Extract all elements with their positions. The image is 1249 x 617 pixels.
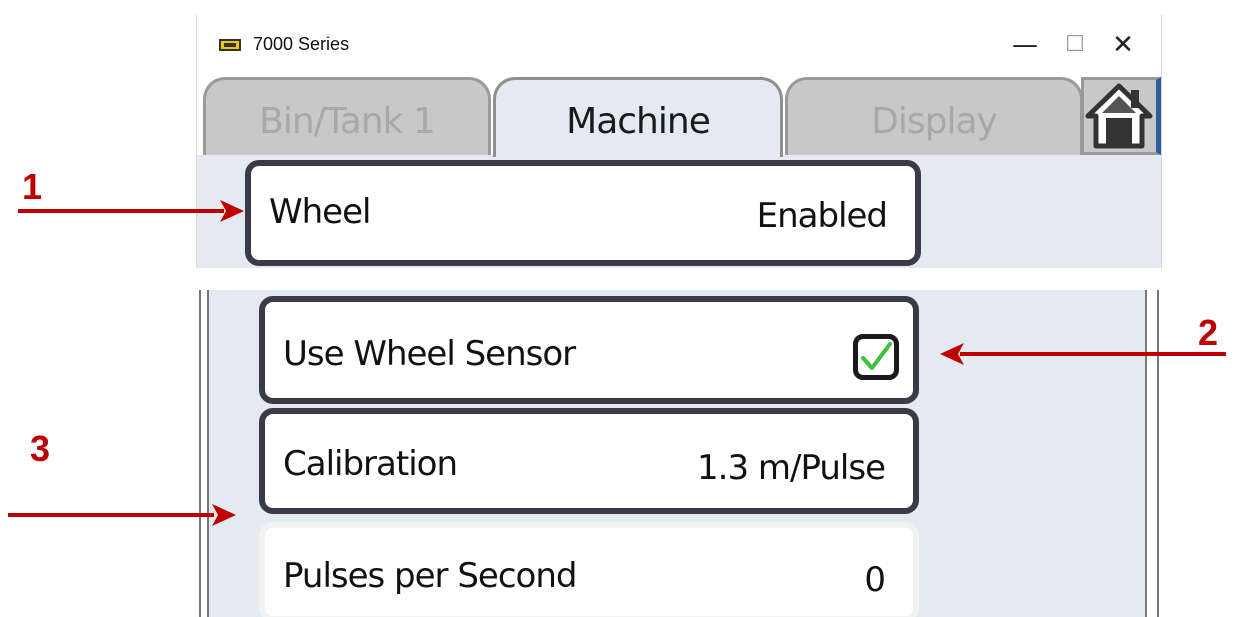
- window-frame-left: [199, 290, 209, 617]
- minimize-button[interactable]: —: [1005, 27, 1045, 63]
- calibration-row[interactable]: Calibration 1.3 m/Pulse: [259, 408, 919, 514]
- callout-number-3: 3: [30, 428, 51, 469]
- pulses-per-second-label: Pulses per Second: [283, 556, 577, 596]
- close-button[interactable]: ✕: [1103, 27, 1143, 63]
- house-icon: [1085, 83, 1153, 149]
- use-wheel-sensor-label: Use Wheel Sensor: [283, 334, 576, 374]
- window-title: 7000 Series: [253, 34, 350, 54]
- wheel-label: Wheel: [269, 192, 371, 232]
- tab-bar: Bin/Tank 1 Machine Display: [197, 75, 1161, 157]
- pulses-per-second-value: 0: [864, 560, 886, 600]
- checkmark-icon: [861, 342, 892, 370]
- tab-machine[interactable]: Machine: [493, 77, 783, 157]
- home-button[interactable]: [1081, 77, 1161, 155]
- calibration-label: Calibration: [283, 444, 458, 484]
- app-icon: [219, 39, 241, 51]
- use-wheel-sensor-row[interactable]: Use Wheel Sensor: [259, 296, 919, 404]
- maximize-button[interactable]: ☐: [1055, 27, 1095, 63]
- callout-arrow-1: [18, 200, 244, 222]
- wheel-row[interactable]: Wheel Enabled: [245, 160, 921, 266]
- callout-arrow-2: [940, 343, 1226, 365]
- title-bar: 7000 Series — ☐ ✕: [197, 15, 1161, 75]
- pulses-per-second-row: Pulses per Second 0: [259, 522, 919, 617]
- wheel-value: Enabled: [756, 196, 888, 236]
- use-wheel-sensor-checkbox[interactable]: [853, 334, 899, 380]
- app-window-top: 7000 Series — ☐ ✕ Bin/Tank 1 Machine Dis…: [196, 15, 1162, 268]
- tab-bin-tank-1[interactable]: Bin/Tank 1: [203, 77, 491, 155]
- callout-arrow-3: [8, 504, 236, 526]
- calibration-value: 1.3 m/Pulse: [697, 448, 886, 488]
- tab-display[interactable]: Display: [785, 77, 1083, 155]
